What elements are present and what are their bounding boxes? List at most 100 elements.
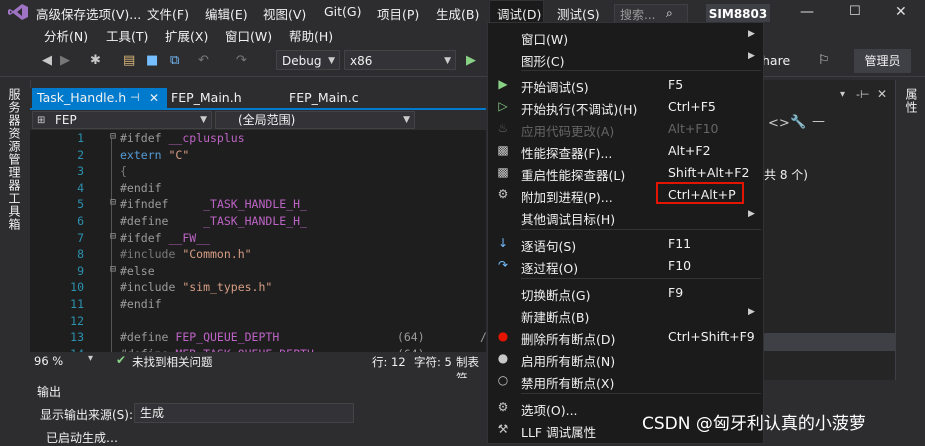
menu-project[interactable]: 项目(P)	[377, 4, 419, 23]
menu-item-shortcut: Ctrl+Shift+F9	[668, 329, 755, 344]
search-input[interactable]: 搜索...	[614, 4, 688, 24]
maximize-icon[interactable]: ☐	[849, 4, 861, 19]
menu-build[interactable]: 生成(B)	[436, 4, 479, 23]
toolbox-tab[interactable]: 工具箱	[6, 192, 23, 231]
zoom-level[interactable]: 96 %	[34, 354, 63, 368]
code-line[interactable]: 7 ⊟ #ifdef __FW__	[30, 231, 486, 248]
search-icon[interactable]: ⌕	[666, 6, 673, 21]
tab-task-handle-h[interactable]: Task_Handle.h ⊣ ✕	[32, 88, 167, 109]
tab-fep-main-c[interactable]: FEP_Main.c	[284, 88, 402, 109]
menu-separator	[521, 229, 761, 230]
code-line[interactable]: 6 #define _TASK_HANDLE_H_	[30, 214, 486, 231]
debug-menu-item[interactable]: ↷ 逐过程(O) F10	[488, 255, 763, 277]
panel-close-icon[interactable]: ✕	[877, 87, 887, 101]
save-all-icon[interactable]: ⧉	[170, 53, 179, 68]
forward-icon[interactable]: ▶	[60, 53, 70, 68]
project-icon: ⊞	[37, 115, 46, 126]
menu-save-options[interactable]: 高级保存选项(V)...	[36, 4, 141, 23]
code-line[interactable]: 13 #define FEP_QUEUE_DEPTH (64) /	[30, 330, 486, 347]
redo-icon[interactable]: ↷	[236, 53, 247, 68]
menu-tools[interactable]: 工具(T)	[106, 26, 148, 45]
chevron-down-icon[interactable]: ▾	[88, 353, 93, 364]
back-icon[interactable]: ◀	[42, 53, 52, 68]
collapse-icon[interactable]: ⊟	[110, 197, 116, 208]
code-line[interactable]: 9 ⊟ #else	[30, 264, 486, 281]
close-icon[interactable]: ✕	[149, 88, 159, 108]
server-explorer-tab[interactable]: 服务器资源管理器	[6, 88, 23, 192]
menu-file[interactable]: 文件(F)	[147, 4, 189, 23]
code-line[interactable]: 4 #endif	[30, 181, 486, 198]
debug-menu-item[interactable]: ▷ 开始执行(不调试)(H) Ctrl+F5	[488, 96, 763, 118]
menu-view[interactable]: 视图(V)	[263, 4, 306, 23]
scope-value: (全局范围)	[238, 113, 296, 127]
collapse-icon[interactable]: ⊟	[110, 231, 116, 242]
debug-menu-item[interactable]: 图形(C) ▶	[488, 48, 763, 70]
menu-debug-open[interactable]: 调试(D)	[489, 0, 544, 23]
line-number: 2	[77, 147, 84, 162]
debug-menu-item[interactable]: ▶ 开始调试(S) F5	[488, 74, 763, 96]
start-debug-icon[interactable]: ▶	[466, 53, 476, 68]
code-line[interactable]: 10 #include "sim_types.h"	[30, 280, 486, 297]
menu-git[interactable]: Git(G)	[324, 4, 362, 19]
selected-row[interactable]	[764, 333, 895, 351]
code-line[interactable]: 3{	[30, 164, 486, 181]
undo-icon[interactable]: ↶	[198, 53, 209, 68]
admin-button[interactable]: 管理员	[854, 49, 911, 73]
profiler-restart-icon: ▩	[497, 165, 509, 179]
code-line[interactable]: 12	[30, 314, 486, 331]
panel-dropdown-icon[interactable]: ▾	[840, 89, 845, 100]
debug-menu-item[interactable]: ● 删除所有断点(D) Ctrl+Shift+F9	[488, 326, 763, 348]
menu-item-label: LLF 调试属性	[521, 425, 597, 440]
collapse-icon[interactable]: ⊟	[110, 264, 116, 275]
properties-tab[interactable]: 属性	[903, 88, 920, 114]
minimize-icon[interactable]: —	[800, 4, 814, 20]
new-project-icon[interactable]: ✱	[90, 53, 101, 68]
open-folder-icon[interactable]: ▤	[123, 53, 135, 68]
debug-menu-item[interactable]: 切换断点(G) F9	[488, 282, 763, 304]
code-editor[interactable]: 1 ⊟ #ifdef __cplusplus 2 extern "C" 3{4 #endif…	[30, 130, 486, 352]
code-line[interactable]: 1 ⊟ #ifdef __cplusplus	[30, 131, 486, 148]
menu-help[interactable]: 帮助(H)	[289, 26, 333, 45]
debug-menu-item[interactable]: ▩ 重启性能探查器(L) Shift+Alt+F2	[488, 162, 763, 184]
code-line[interactable]: 2 extern "C"	[30, 148, 486, 165]
menu-analyze[interactable]: 分析(N)	[44, 26, 88, 45]
tab-label: Task_Handle.h	[37, 90, 127, 105]
menu-extensions[interactable]: 扩展(X)	[165, 26, 208, 45]
scope-select[interactable]: (全局范围) ▼	[215, 111, 415, 129]
live-share-label[interactable]: hare	[762, 53, 790, 68]
wrench-icon[interactable]: 🔧	[790, 115, 806, 130]
debug-menu-item[interactable]: ↓ 逐语句(S) F11	[488, 233, 763, 255]
menu-window[interactable]: 窗口(W)	[225, 26, 272, 45]
menu-edit[interactable]: 编辑(E)	[205, 4, 248, 23]
pin-icon[interactable]: ‑⊢	[856, 88, 870, 101]
project-select[interactable]: ⊞ FEP ▼	[32, 111, 212, 129]
chevron-down-icon: ▼	[328, 56, 335, 66]
feedback-icon[interactable]: ⚐	[818, 53, 830, 68]
collapse-icon[interactable]: ⊟	[110, 131, 116, 142]
code-line[interactable]: 8 #include "Common.h"	[30, 247, 486, 264]
pin-icon[interactable]: ⊣	[130, 88, 140, 108]
menu-item-label: 应用代码更改(A)	[521, 124, 615, 139]
debug-menu-item[interactable]: 新建断点(B) ▶	[488, 304, 763, 326]
platform-select[interactable]: x86 ▼	[344, 50, 456, 70]
save-icon[interactable]: ■	[146, 53, 158, 68]
minus-icon[interactable]: —	[812, 114, 825, 129]
debug-menu-item[interactable]: 其他调试目标(H) ▶	[488, 206, 763, 228]
configuration-select[interactable]: Debug ▼	[276, 50, 340, 70]
menu-test[interactable]: 测试(S)	[557, 4, 600, 23]
debug-menu-item[interactable]: ○ 禁用所有断点(X)	[488, 370, 763, 392]
code-line[interactable]: 11 #endif	[30, 297, 486, 314]
debug-menu-item[interactable]: ▩ 性能探查器(F)... Alt+F2	[488, 140, 763, 162]
issues-text[interactable]: 未找到相关问题	[132, 354, 213, 370]
line-number: 9	[77, 263, 84, 278]
debug-menu-item[interactable]: 窗口(W) ▶	[488, 26, 763, 48]
tab-fep-main-h[interactable]: FEP_Main.h	[166, 88, 284, 109]
close-icon[interactable]: ✕	[895, 4, 907, 20]
code-line[interactable]: 5 ⊟ #ifndef _TASK_HANDLE_H_	[30, 197, 486, 214]
code-text: #endif	[120, 297, 162, 311]
menu-item-label: 图形(C)	[521, 54, 565, 69]
output-source-select[interactable]: 生成	[134, 403, 354, 423]
code-view-icon[interactable]: <>	[768, 116, 790, 131]
code-text: #else	[120, 263, 155, 278]
debug-menu-item[interactable]: ● 启用所有断点(N)	[488, 348, 763, 370]
